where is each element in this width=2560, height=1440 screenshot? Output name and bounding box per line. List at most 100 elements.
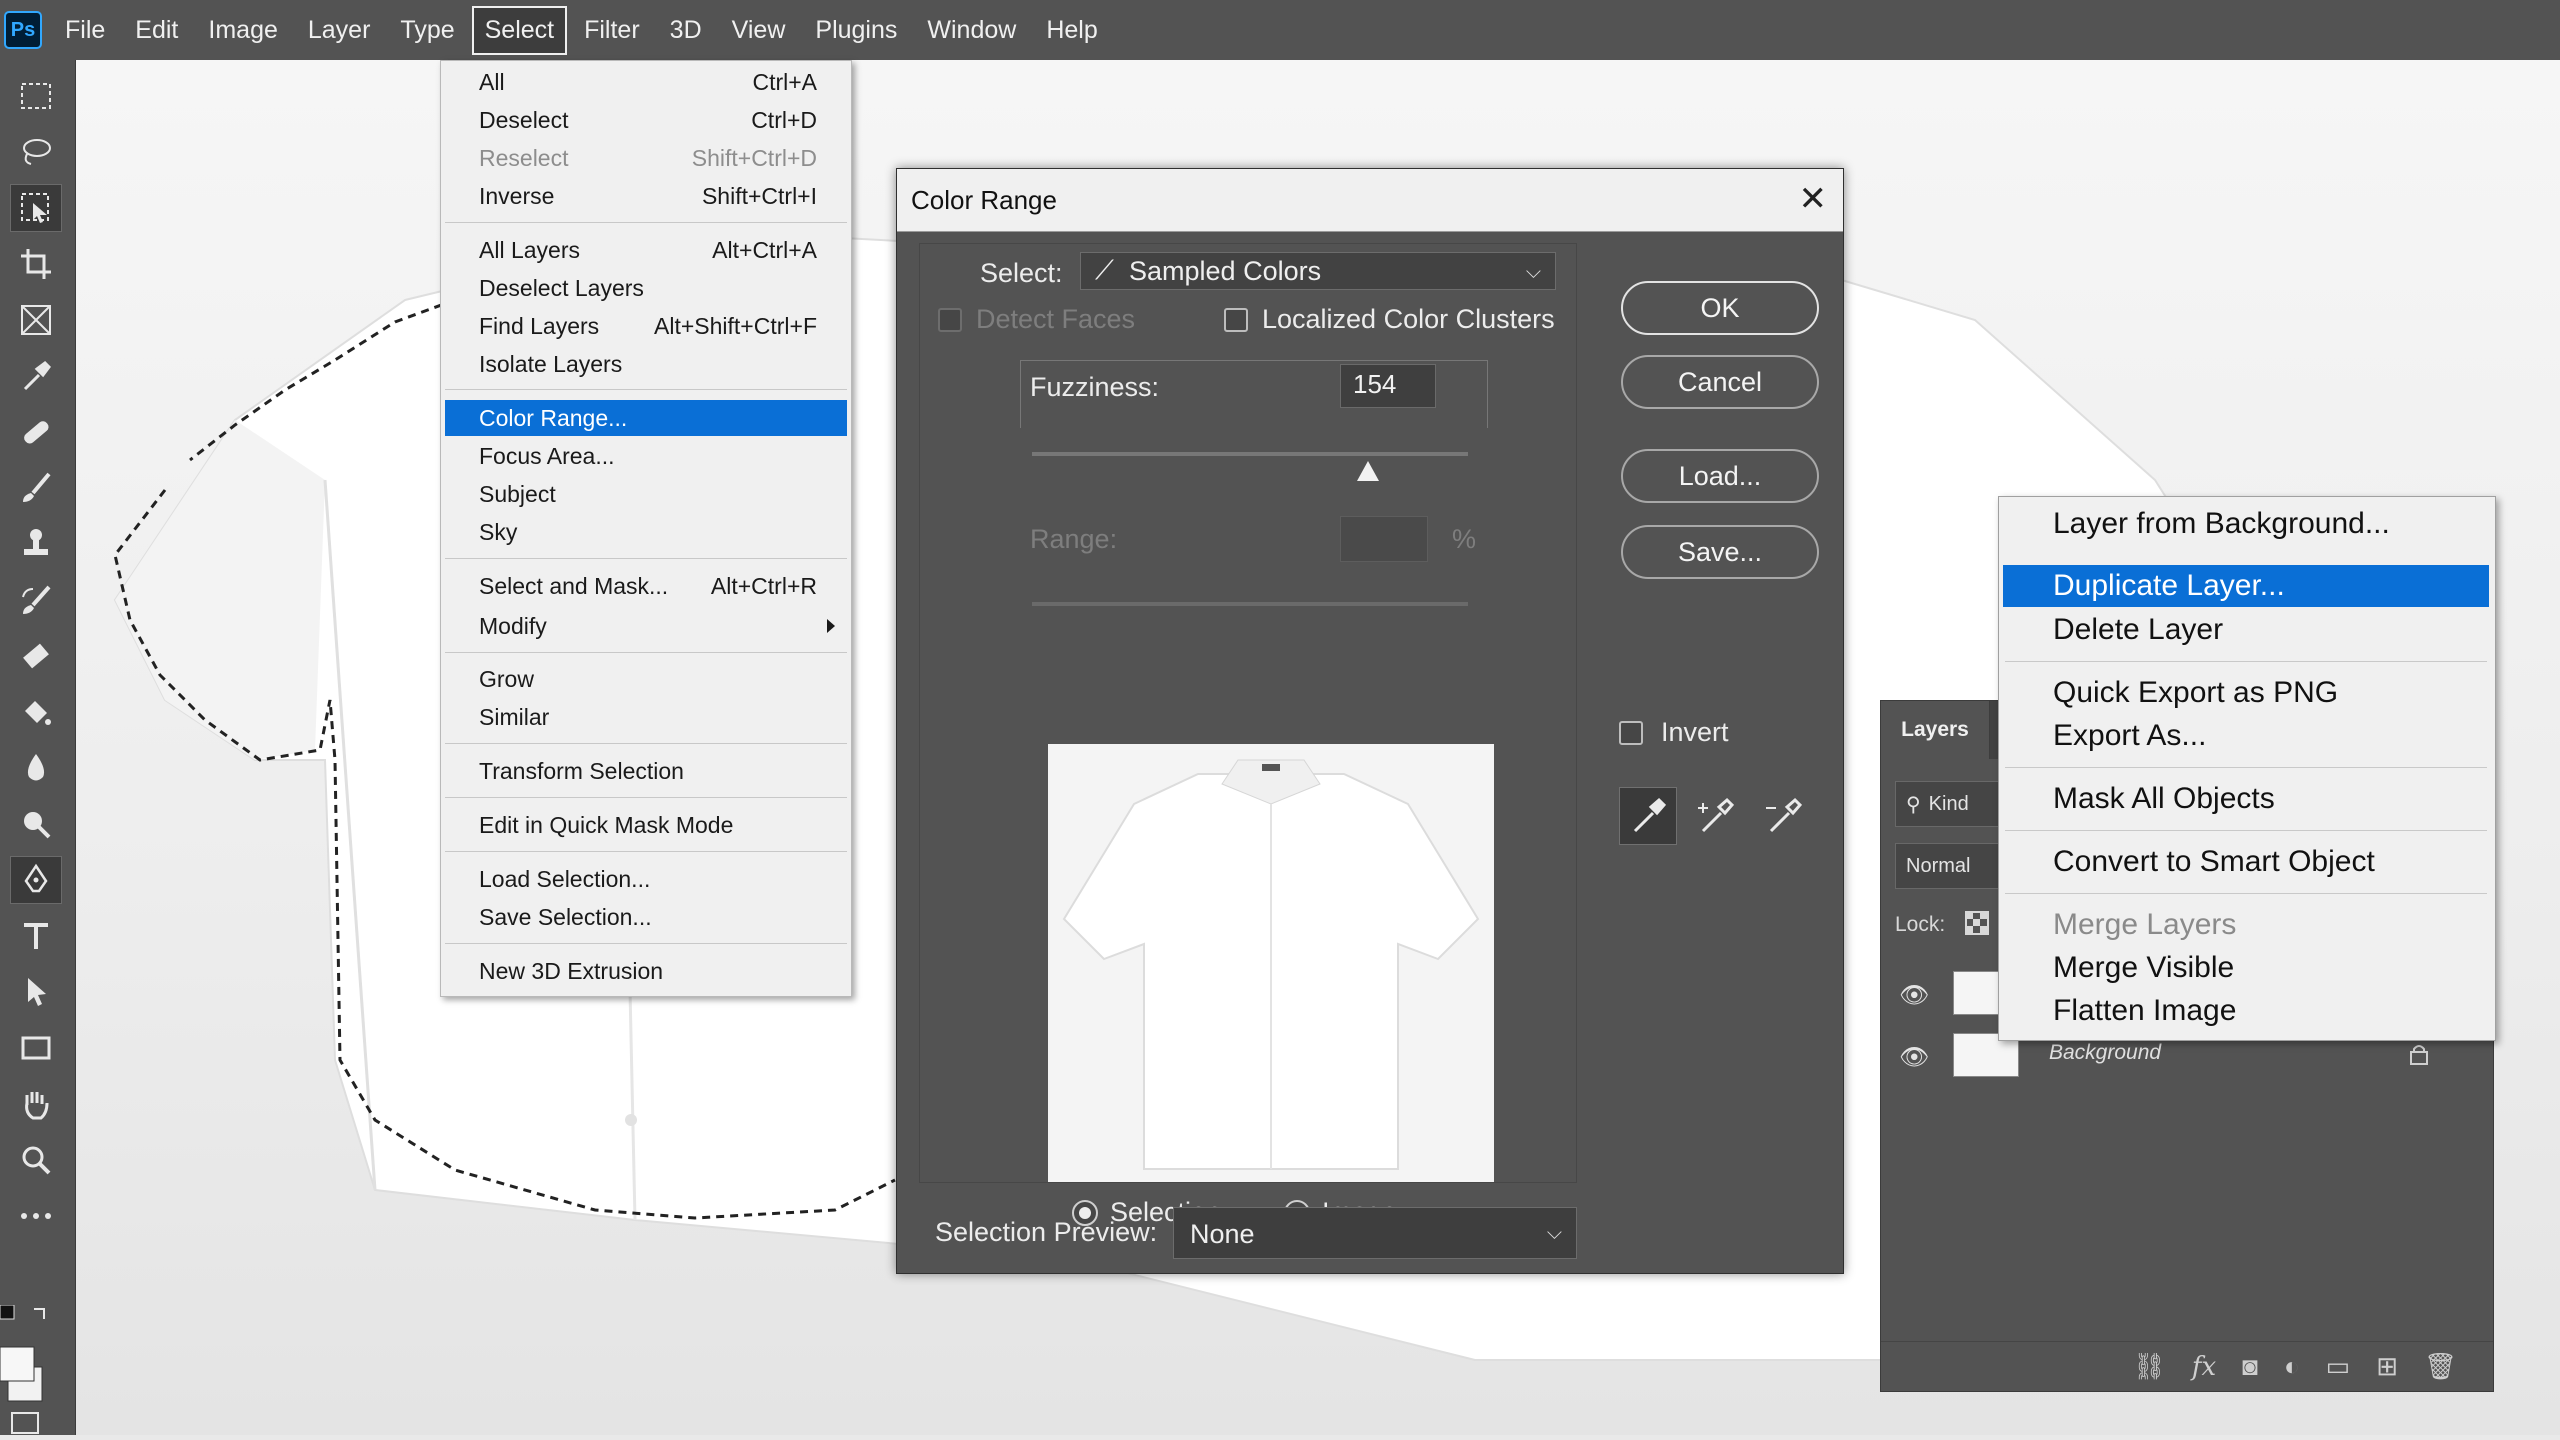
marquee-tool-icon[interactable]: [10, 72, 62, 120]
save-button[interactable]: Save...: [1621, 525, 1819, 579]
eyedropper-tool-icon[interactable]: [10, 352, 62, 400]
eraser-tool-icon[interactable]: [10, 632, 62, 680]
lasso-tool-icon[interactable]: [10, 128, 62, 176]
context-item-duplicate-layer[interactable]: Duplicate Layer...: [2003, 565, 2489, 607]
rectangle-tool-icon[interactable]: [10, 1024, 62, 1072]
ok-button[interactable]: OK: [1621, 281, 1819, 335]
hand-tool-icon[interactable]: [10, 1080, 62, 1128]
menu-item-save-selection[interactable]: Save Selection...: [445, 899, 847, 935]
menu-filter[interactable]: Filter: [571, 6, 653, 55]
context-item-convert-smart-object[interactable]: Convert to Smart Object: [2003, 841, 2489, 883]
menu-item-similar[interactable]: Similar: [445, 699, 847, 735]
new-layer-icon[interactable]: ⊞: [2376, 1351, 2398, 1382]
menu-item-focus-area[interactable]: Focus Area...: [445, 438, 847, 474]
menu-layer[interactable]: Layer: [295, 6, 384, 55]
layer-filter-kind[interactable]: ⚲ Kind: [1895, 781, 2011, 827]
menu-select[interactable]: Select: [471, 5, 568, 55]
load-button[interactable]: Load...: [1621, 449, 1819, 503]
blend-mode-dropdown[interactable]: Normal: [1895, 843, 2011, 889]
menu-edit[interactable]: Edit: [122, 6, 191, 55]
context-item-mask-all-objects[interactable]: Mask All Objects: [2003, 778, 2489, 820]
menu-item-label: Focus Area...: [479, 442, 615, 469]
eyedropper-minus-icon[interactable]: [1755, 787, 1813, 845]
menu-item-grow[interactable]: Grow: [445, 661, 847, 697]
tab-layers[interactable]: Layers: [1881, 701, 1990, 759]
menu-item-color-range[interactable]: Color Range...: [445, 400, 847, 436]
menu-help[interactable]: Help: [1033, 6, 1110, 55]
healing-brush-tool-icon[interactable]: [10, 408, 62, 456]
more-tools-icon[interactable]: [10, 1192, 62, 1240]
visibility-eye-icon[interactable]: 👁: [1899, 1043, 1929, 1072]
selection-preview-image[interactable]: [1048, 744, 1494, 1182]
paint-bucket-tool-icon[interactable]: [10, 688, 62, 736]
visibility-eye-icon[interactable]: 👁: [1899, 981, 1929, 1010]
cancel-button[interactable]: Cancel: [1621, 355, 1819, 409]
clone-stamp-tool-icon[interactable]: [10, 520, 62, 568]
menu-type[interactable]: Type: [387, 6, 467, 55]
menu-item-modify[interactable]: Modify: [445, 608, 847, 644]
zoom-tool-icon[interactable]: [10, 1136, 62, 1184]
dialog-title-bar[interactable]: Color Range ✕: [897, 169, 1843, 232]
fuzziness-slider-track[interactable]: [1032, 452, 1468, 456]
menu-window[interactable]: Window: [914, 6, 1029, 55]
close-icon[interactable]: ✕: [1799, 179, 1828, 219]
object-selection-tool-icon[interactable]: [10, 184, 62, 232]
context-item-export-as[interactable]: Export As...: [2003, 715, 2489, 757]
menu-view[interactable]: View: [719, 6, 799, 55]
context-item-delete-layer[interactable]: Delete Layer: [2003, 609, 2489, 651]
menu-item-find-layers[interactable]: Find Layers Alt+Shift+Ctrl+F: [445, 308, 847, 344]
link-layers-icon[interactable]: ⛓: [2133, 1351, 2166, 1382]
eyedropper-plus-icon[interactable]: [1687, 787, 1745, 845]
menu-image[interactable]: Image: [195, 6, 290, 55]
selection-preview-dropdown[interactable]: None ⌵: [1173, 1207, 1577, 1259]
color-swatches[interactable]: [0, 1304, 75, 1435]
pen-tool-icon[interactable]: [10, 856, 62, 904]
context-item-merge-visible[interactable]: Merge Visible: [2003, 947, 2489, 989]
type-tool-icon[interactable]: [10, 912, 62, 960]
layers-panel-footer: ⛓ fx ◙ ◐ ▭ ⊞ 🗑: [1881, 1341, 2493, 1391]
menu-item-load-selection[interactable]: Load Selection...: [445, 861, 847, 897]
fx-icon[interactable]: fx: [2192, 1352, 2216, 1382]
menu-item-all[interactable]: All Ctrl+A: [445, 64, 847, 100]
invert-checkbox[interactable]: [1619, 721, 1643, 745]
brush-tool-icon[interactable]: [10, 464, 62, 512]
history-brush-tool-icon[interactable]: [10, 576, 62, 624]
add-mask-icon[interactable]: ◙: [2242, 1351, 2258, 1382]
crop-tool-icon[interactable]: [10, 240, 62, 288]
menu-item-sky[interactable]: Sky: [445, 514, 847, 550]
eyedropper-icon[interactable]: [1619, 787, 1677, 845]
menu-plugins[interactable]: Plugins: [802, 6, 910, 55]
localized-color-clusters-checkbox[interactable]: [1224, 308, 1248, 332]
menu-item-transform-selection[interactable]: Transform Selection: [445, 753, 847, 789]
new-group-icon[interactable]: ▭: [2326, 1351, 2351, 1382]
menu-item-subject[interactable]: Subject: [445, 476, 847, 512]
selection-preview-value: None: [1190, 1219, 1255, 1249]
menu-item-label: Similar: [479, 703, 550, 730]
menu-item-isolate-layers[interactable]: Isolate Layers: [445, 346, 847, 382]
menu-item-deselect-layers[interactable]: Deselect Layers: [445, 270, 847, 306]
frame-tool-icon[interactable]: [10, 296, 62, 344]
path-selection-tool-icon[interactable]: [10, 968, 62, 1016]
menu-file[interactable]: File: [52, 6, 118, 55]
select-dropdown[interactable]: ⟋ Sampled Colors ⌵: [1080, 252, 1556, 290]
menu-separator: [445, 943, 847, 944]
lock-transparent-pixels-icon[interactable]: [1965, 911, 1989, 935]
fuzziness-input[interactable]: 154: [1340, 364, 1436, 408]
menu-item-select-and-mask[interactable]: Select and Mask... Alt+Ctrl+R: [445, 568, 847, 604]
dodge-tool-icon[interactable]: [10, 800, 62, 848]
delete-layer-icon[interactable]: 🗑: [2424, 1351, 2457, 1382]
menu-3d[interactable]: 3D: [657, 6, 715, 55]
context-item-layer-from-background[interactable]: Layer from Background...: [2003, 503, 2489, 545]
menu-item-quick-mask[interactable]: Edit in Quick Mask Mode: [445, 807, 847, 843]
menu-item-new-3d-extrusion[interactable]: New 3D Extrusion: [445, 953, 847, 989]
fuzziness-slider-thumb[interactable]: [1356, 460, 1380, 482]
blur-tool-icon[interactable]: [10, 744, 62, 792]
context-item-flatten-image[interactable]: Flatten Image: [2003, 990, 2489, 1032]
menu-item-inverse[interactable]: Inverse Shift+Ctrl+I: [445, 178, 847, 214]
menu-item-all-layers[interactable]: All Layers Alt+Ctrl+A: [445, 232, 847, 268]
context-item-quick-export-png[interactable]: Quick Export as PNG: [2003, 672, 2489, 714]
menu-item-label: Find Layers: [479, 312, 600, 339]
menu-item-deselect[interactable]: Deselect Ctrl+D: [445, 102, 847, 138]
menu-item-shortcut: Alt+Ctrl+R: [710, 572, 817, 599]
adjustment-layer-icon[interactable]: ◐: [2284, 1351, 2300, 1382]
